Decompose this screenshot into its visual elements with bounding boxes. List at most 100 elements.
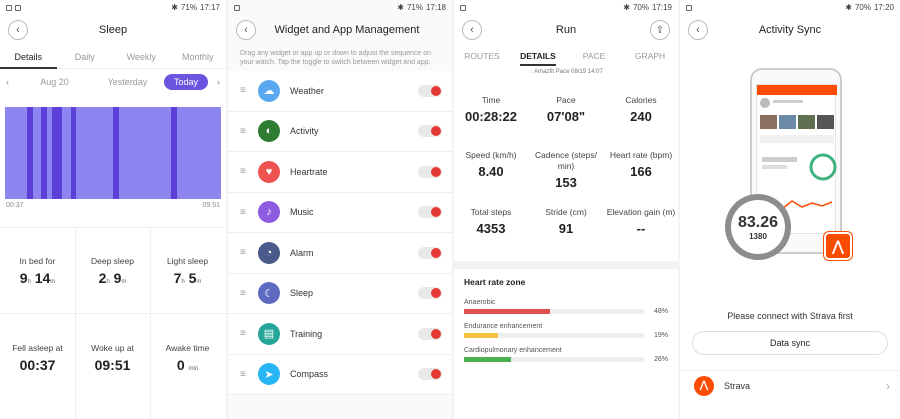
run-stat: Total steps 4353 <box>454 207 528 236</box>
widget-toggle[interactable] <box>418 206 442 219</box>
run-stat: Calories 240 <box>604 95 678 124</box>
drag-handle-icon[interactable]: ≡ <box>240 369 258 380</box>
section-title: Heart rate zone <box>464 277 526 287</box>
header: ‹ Run ⇪ <box>454 15 678 45</box>
tab-weekly[interactable]: Weekly <box>113 45 170 69</box>
strava-label: Strava <box>724 380 751 391</box>
page-title: Sleep <box>98 24 128 36</box>
battery-text: 70% <box>854 3 871 12</box>
back-button[interactable]: ‹ <box>236 20 256 40</box>
deep-sleep-segment <box>27 107 33 199</box>
strava-logo-icon: ⋀ <box>824 232 852 260</box>
widget-item-weather[interactable]: ≡ ☁ Weather <box>228 71 452 112</box>
widget-toggle[interactable] <box>418 368 442 381</box>
zone-percent: 19% <box>653 332 668 339</box>
widget-item-heartrate[interactable]: ≡ ♥ Heartrate <box>228 152 452 193</box>
widget-label: Weather <box>290 85 324 96</box>
stat-label: Stride (cm) <box>545 207 587 217</box>
run-stat: Cadence (steps/ min) 153 <box>529 150 603 190</box>
zone-row: Endurance enhancement 19% <box>464 323 668 339</box>
clock: 17:19 <box>651 3 672 12</box>
data-sync-button[interactable]: Data sync <box>692 331 888 355</box>
stat-label: Calories <box>625 95 657 105</box>
tab-daily[interactable]: Daily <box>57 45 114 69</box>
stat-value: 9h 14m <box>19 270 56 286</box>
training-icon: ▤ <box>258 322 280 345</box>
status-bar: ✱ 70% 17:19 <box>454 0 678 15</box>
date-prev[interactable]: Aug 20 <box>18 77 91 87</box>
notification-icon <box>15 4 21 11</box>
stat-label: Fell asleep at <box>12 343 63 353</box>
stat-value: 91 <box>558 221 574 236</box>
page-title: Activity Sync <box>758 24 822 36</box>
widget-item-alarm[interactable]: ≡ ◔ Alarm <box>228 233 452 274</box>
strava-row[interactable]: ⋀ Strava › <box>680 370 900 400</box>
widget-toggle[interactable] <box>418 84 442 97</box>
deep-sleep-segment <box>52 107 62 199</box>
drag-handle-icon[interactable]: ≡ <box>240 328 258 339</box>
watch-value: 83.26 <box>737 213 779 231</box>
period-tabs: Details Daily Weekly Monthly <box>0 45 226 69</box>
date-yesterday[interactable]: Yesterday <box>91 77 164 87</box>
chevron-left-icon[interactable]: ‹ <box>6 77 18 87</box>
run-stat: Heart rate (bpm) 166 <box>604 150 678 179</box>
chevron-left-icon: ‹ <box>244 24 248 36</box>
watch-face: 83.26 1380 <box>725 194 791 260</box>
widget-label: Alarm <box>290 247 314 258</box>
stat-value: 8.40 <box>478 164 504 179</box>
zone-label: Cardiopulmonary enhancement <box>464 347 562 354</box>
tab-routes[interactable]: ROUTES <box>454 45 510 67</box>
bluetooth-icon: ✱ <box>623 3 630 12</box>
tab-details[interactable]: Details <box>0 45 57 69</box>
tab-graph[interactable]: GRAPH <box>622 45 678 67</box>
heart-rate-zone: Heart rate zone Anaerobic 48% Endurance en… <box>454 261 678 363</box>
header: ‹ Sleep <box>0 15 226 45</box>
widget-label: Activity <box>290 126 319 137</box>
status-bar: ✱ 71% 17:18 <box>228 0 452 15</box>
zone-bar <box>464 333 644 338</box>
chevron-left-icon: ‹ <box>470 24 474 36</box>
stat-deep-sleep: Deep sleep 2h 9m <box>75 256 150 286</box>
stat-value: 4353 <box>476 221 506 236</box>
chevron-right-icon: › <box>886 378 890 393</box>
status-bar: ✱ 71% 17:17 <box>0 0 226 15</box>
tab-details[interactable]: DETAILS <box>510 45 566 67</box>
strava-icon: ⋀ <box>694 375 714 396</box>
share-button[interactable]: ⇪ <box>650 20 670 40</box>
drag-handle-icon[interactable]: ≡ <box>240 288 258 299</box>
chevron-left-icon: ‹ <box>16 24 20 36</box>
stat-value: 2h 9m <box>98 270 127 286</box>
back-button[interactable]: ‹ <box>462 20 482 40</box>
connect-message: Please connect with Strava first <box>727 311 853 321</box>
stat-fell-asleep: Fell asleep at 00:37 <box>0 343 75 373</box>
run-stat: Stride (cm) 91 <box>529 207 603 236</box>
widget-screen: ✱ 71% 17:18 ‹ Widget and App Management … <box>228 0 452 419</box>
widget-item-compass[interactable]: ≡ ➤ Compass <box>228 354 452 395</box>
widget-toggle[interactable] <box>418 165 442 178</box>
widget-toggle[interactable] <box>418 246 442 259</box>
drag-handle-icon[interactable]: ≡ <box>240 247 258 258</box>
widget-item-activity[interactable]: ≡ ◐ Activity <box>228 111 452 152</box>
tab-monthly[interactable]: Monthly <box>170 45 227 69</box>
back-button[interactable]: ‹ <box>688 20 708 40</box>
zone-bar-fill <box>464 357 511 362</box>
notification-icon <box>6 4 12 11</box>
drag-handle-icon[interactable]: ≡ <box>240 166 258 177</box>
widget-toggle[interactable] <box>418 287 442 300</box>
drag-handle-icon[interactable]: ≡ <box>240 207 258 218</box>
run-stats: Time 00:28:22 Pace 07'08" Calories 240 Speed (… <box>454 75 678 261</box>
date-today[interactable]: Today <box>163 74 208 90</box>
widget-item-training[interactable]: ≡ ▤ Training <box>228 314 452 355</box>
back-button[interactable]: ‹ <box>8 20 28 40</box>
chevron-right-icon[interactable]: › <box>208 77 220 87</box>
drag-handle-icon[interactable]: ≡ <box>240 126 258 137</box>
widget-item-music[interactable]: ≡ ♪ Music <box>228 192 452 233</box>
stat-label: Woke up at <box>91 343 134 353</box>
drag-handle-icon[interactable]: ≡ <box>240 85 258 96</box>
widget-toggle[interactable] <box>418 327 442 340</box>
tab-pace[interactable]: PACE <box>566 45 622 67</box>
zone-percent: 26% <box>653 356 668 363</box>
widget-toggle[interactable] <box>418 125 442 138</box>
widget-label: Heartrate <box>290 166 328 177</box>
widget-item-sleep[interactable]: ≡ ☾ Sleep <box>228 273 452 314</box>
